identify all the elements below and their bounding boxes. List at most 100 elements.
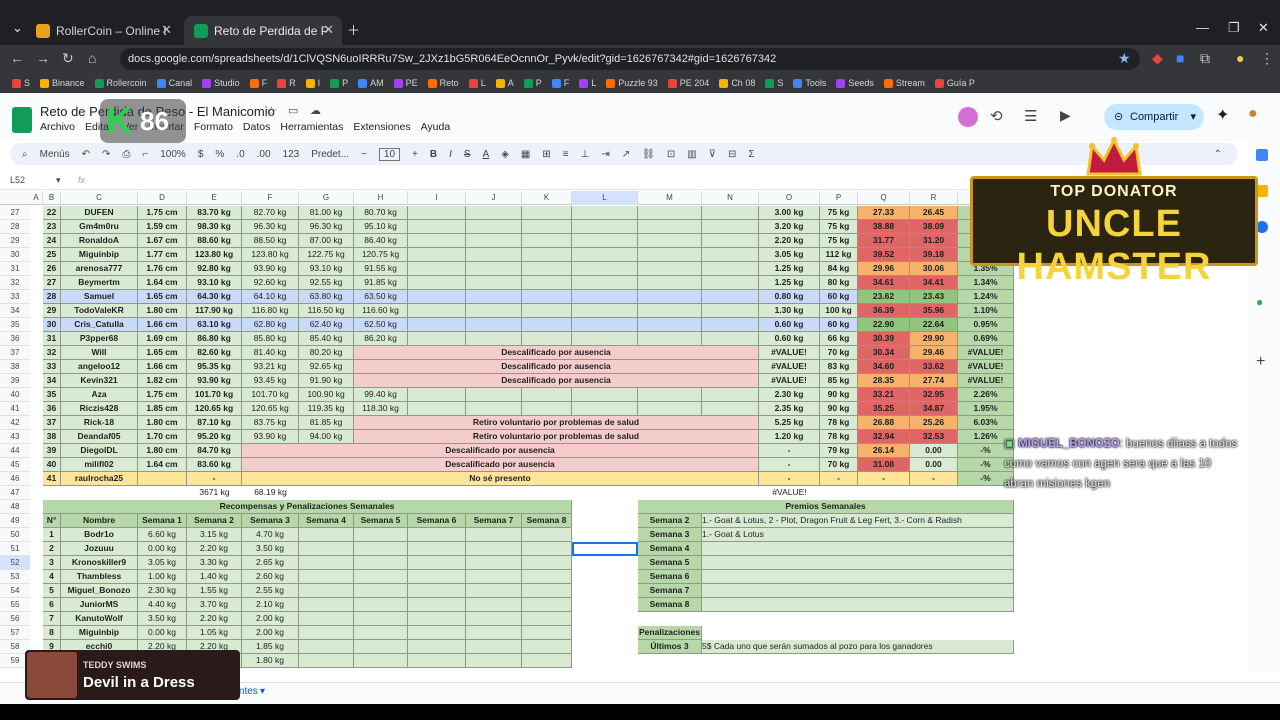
weight-cell[interactable]: 91.85 kg — [354, 276, 408, 290]
reward-cell[interactable] — [466, 584, 522, 598]
name-cell[interactable]: angeloo12 — [61, 360, 138, 374]
weight-cell[interactable]: 80.70 kg — [354, 206, 408, 220]
weight-cell[interactable]: 62.50 kg — [354, 318, 408, 332]
reward-cell[interactable] — [299, 626, 354, 640]
imc-cell[interactable]: - — [858, 472, 910, 486]
rewards-header[interactable]: Semana 4 — [299, 514, 354, 528]
rewards-header[interactable]: Semana 7 — [466, 514, 522, 528]
weight-cell[interactable]: 62.40 kg — [299, 318, 354, 332]
row-number-cell[interactable]: 35 — [43, 388, 61, 402]
paint-format-icon[interactable]: ⌐ — [142, 149, 148, 160]
column-header-c[interactable]: C — [61, 191, 138, 205]
reward-cell[interactable] — [354, 528, 408, 542]
loss-cell[interactable]: 0.60 kg — [759, 332, 820, 346]
empty-cell[interactable] — [572, 220, 638, 234]
menu-herramientas[interactable]: Herramientas — [280, 121, 343, 133]
text-color-icon[interactable]: A — [483, 149, 490, 160]
reward-cell[interactable]: 2.30 kg — [138, 584, 187, 598]
loss-cell[interactable]: #VALUE! — [759, 346, 820, 360]
row-number-cell[interactable]: 36 — [43, 402, 61, 416]
column-header-n[interactable]: N — [702, 191, 759, 205]
height-cell[interactable]: 1.80 cm — [138, 444, 187, 458]
weight-cell[interactable]: 93.10 kg — [187, 276, 242, 290]
row-number-cell[interactable]: 22 — [43, 206, 61, 220]
reward-cell[interactable] — [466, 612, 522, 626]
prize-week[interactable]: Semana 5 — [638, 556, 702, 570]
weight-cell[interactable]: 92.65 kg — [299, 360, 354, 374]
loss-cell[interactable]: 2.30 kg — [759, 388, 820, 402]
loss-cell[interactable]: #VALUE! — [759, 360, 820, 374]
reward-cell[interactable]: 4.70 kg — [242, 528, 299, 542]
bookmark-item[interactable]: Binance — [40, 78, 85, 88]
empty-cell[interactable] — [522, 332, 572, 346]
weight-cell[interactable]: 93.21 kg — [242, 360, 299, 374]
empty-cell[interactable] — [522, 290, 572, 304]
imc-cell[interactable]: 27.33 — [858, 206, 910, 220]
status-merged-cell[interactable]: Descalificado por ausencia — [354, 360, 759, 374]
bookmark-item[interactable]: Rollercoin — [94, 78, 147, 88]
name-cell[interactable]: milifl02 — [61, 458, 138, 472]
reward-cell[interactable]: Kronoskiller9 — [61, 556, 138, 570]
url-field[interactable]: docs.google.com/spreadsheets/d/1ClVQSN6u… — [120, 48, 1140, 70]
imc-cell[interactable]: 38.09 — [910, 220, 958, 234]
status-merged-cell[interactable]: Descalificado por ausencia — [354, 374, 759, 388]
functions-icon[interactable]: Σ — [748, 149, 754, 160]
weight-cell[interactable]: 62.80 kg — [242, 318, 299, 332]
reward-cell[interactable]: 3.50 kg — [138, 612, 187, 626]
weight-cell[interactable]: 92.80 kg — [187, 262, 242, 276]
row-header[interactable]: 43 — [0, 430, 30, 444]
row-header[interactable]: 29 — [0, 234, 30, 248]
row-number-cell[interactable]: 29 — [43, 304, 61, 318]
font-size-field[interactable]: 10 — [378, 147, 401, 161]
reward-cell[interactable] — [299, 640, 354, 654]
weight-cell[interactable]: 82.60 kg — [187, 346, 242, 360]
reward-cell[interactable] — [522, 542, 572, 556]
currency-format[interactable]: $ — [198, 149, 204, 160]
empty-cell[interactable] — [408, 290, 466, 304]
selected-cell[interactable] — [572, 542, 638, 556]
weight-cell[interactable]: 64.10 kg — [242, 290, 299, 304]
weight-cell[interactable]: 91.55 kg — [354, 262, 408, 276]
percent-cell[interactable]: 2.26% — [958, 388, 1014, 402]
weight-cell[interactable]: 85.80 kg — [242, 332, 299, 346]
weight-cell[interactable]: 101.70 kg — [242, 388, 299, 402]
prize-desc[interactable] — [702, 598, 1014, 612]
empty-cell[interactable] — [638, 234, 702, 248]
row-header[interactable]: 48 — [0, 500, 30, 514]
reward-cell[interactable] — [522, 570, 572, 584]
reward-cell[interactable] — [522, 556, 572, 570]
percent-cell[interactable]: #VALUE! — [958, 346, 1014, 360]
column-header-f[interactable]: F — [242, 191, 299, 205]
reward-cell[interactable]: 3 — [43, 556, 61, 570]
zoom-select[interactable]: 100% — [160, 149, 186, 160]
close-tab-icon[interactable]: ✕ — [161, 22, 172, 38]
height-cell[interactable]: 1.69 cm — [138, 332, 187, 346]
empty-cell[interactable] — [702, 234, 759, 248]
bookmark-item[interactable]: S — [765, 78, 783, 88]
reward-cell[interactable] — [466, 556, 522, 570]
bookmark-item[interactable]: Stream — [883, 78, 925, 88]
reward-cell[interactable] — [522, 598, 572, 612]
bookmark-item[interactable]: Canal — [156, 78, 192, 88]
row-header[interactable]: 46 — [0, 472, 30, 486]
column-header-j[interactable]: J — [466, 191, 522, 205]
weight-cell[interactable]: 86.20 kg — [354, 332, 408, 346]
italic-icon[interactable]: I — [449, 149, 452, 160]
bookmark-item[interactable]: S — [12, 78, 30, 88]
row-number-cell[interactable]: 39 — [43, 444, 61, 458]
weight-cell[interactable]: 116.50 kg — [299, 304, 354, 318]
height-cell[interactable]: 1.64 cm — [138, 458, 187, 472]
weight-cell[interactable]: 118.30 kg — [354, 402, 408, 416]
weight-cell[interactable]: 63.80 kg — [299, 290, 354, 304]
empty-cell[interactable] — [702, 206, 759, 220]
minimize-icon[interactable]: — — [1196, 20, 1209, 35]
gemini-icon[interactable]: ✦ — [1216, 105, 1229, 125]
weight-cell[interactable]: 82.70 kg — [242, 206, 299, 220]
weight-cell[interactable]: 83.60 kg — [187, 458, 242, 472]
extensions-puzzle-icon[interactable]: ⧉ — [1200, 50, 1210, 67]
weight-cell[interactable]: 93.90 kg — [242, 262, 299, 276]
empty-cell[interactable] — [572, 262, 638, 276]
chevron-down-icon[interactable]: ▾ — [56, 175, 61, 186]
goal-cell[interactable]: 78 kg — [820, 416, 858, 430]
rewards-header[interactable]: N° — [43, 514, 61, 528]
